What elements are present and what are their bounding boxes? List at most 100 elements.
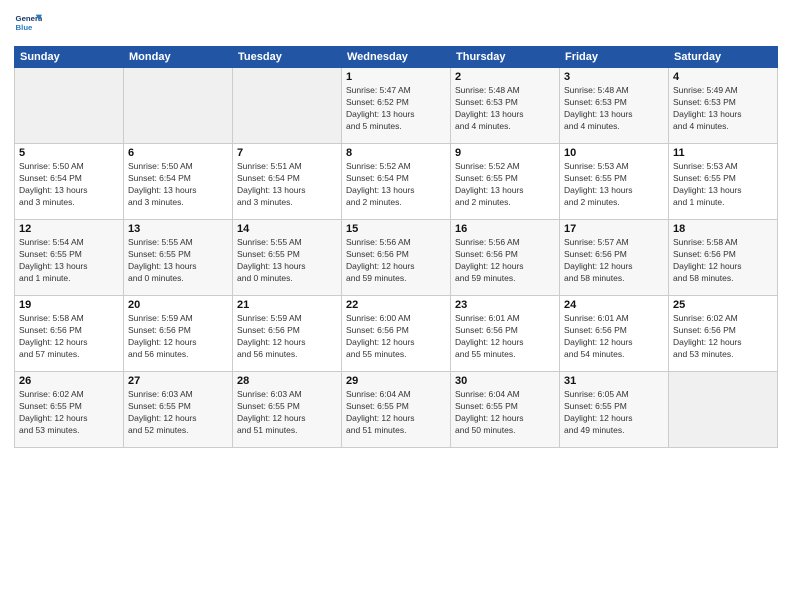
day-number: 5 (19, 147, 119, 159)
day-info: Sunrise: 5:56 AM Sunset: 6:56 PM Dayligh… (346, 237, 446, 285)
calendar-table: SundayMondayTuesdayWednesdayThursdayFrid… (14, 46, 778, 448)
calendar-week-row: 26 Sunrise: 6:02 AM Sunset: 6:55 PM Dayli… (15, 372, 778, 448)
day-number: 16 (455, 223, 555, 235)
calendar-cell: 17 Sunrise: 5:57 AM Sunset: 6:56 PM Dayli… (560, 220, 669, 296)
day-info: Sunrise: 5:48 AM Sunset: 6:53 PM Dayligh… (455, 85, 555, 133)
day-info: Sunrise: 5:53 AM Sunset: 6:55 PM Dayligh… (673, 161, 773, 209)
day-number: 25 (673, 299, 773, 311)
calendar-cell: 8 Sunrise: 5:52 AM Sunset: 6:54 PM Daylig… (342, 144, 451, 220)
weekday-header: Saturday (669, 47, 778, 68)
calendar-cell: 27Sunrise: 6:03 AM Sunset: 6:55 PM Dayli… (124, 372, 233, 448)
day-info: Sunrise: 6:03 AM Sunset: 6:55 PM Dayligh… (237, 389, 337, 437)
day-info: Sunrise: 5:53 AM Sunset: 6:55 PM Dayligh… (564, 161, 664, 209)
day-number: 30 (455, 375, 555, 387)
calendar-cell: 29Sunrise: 6:04 AM Sunset: 6:55 PM Dayli… (342, 372, 451, 448)
day-info: Sunrise: 5:52 AM Sunset: 6:55 PM Dayligh… (455, 161, 555, 209)
calendar-cell: 30 Sunrise: 6:04 AM Sunset: 6:55 PM Dayli… (451, 372, 560, 448)
day-number: 20 (128, 299, 228, 311)
day-number: 3 (564, 71, 664, 83)
day-info: Sunrise: 5:50 AM Sunset: 6:54 PM Dayligh… (19, 161, 119, 209)
day-info: Sunrise: 6:01 AM Sunset: 6:56 PM Dayligh… (564, 313, 664, 361)
calendar-week-row: 12Sunrise: 5:54 AM Sunset: 6:55 PM Dayli… (15, 220, 778, 296)
day-number: 29 (346, 375, 446, 387)
calendar-cell: 20 Sunrise: 5:59 AM Sunset: 6:56 PM Dayli… (124, 296, 233, 372)
day-number: 31 (564, 375, 664, 387)
calendar-cell (669, 372, 778, 448)
day-number: 4 (673, 71, 773, 83)
calendar-cell: 5 Sunrise: 5:50 AM Sunset: 6:54 PM Daylig… (15, 144, 124, 220)
day-info: Sunrise: 5:56 AM Sunset: 6:56 PM Dayligh… (455, 237, 555, 285)
calendar-cell: 2 Sunrise: 5:48 AM Sunset: 6:53 PM Daylig… (451, 68, 560, 144)
calendar-cell (15, 68, 124, 144)
day-number: 24 (564, 299, 664, 311)
calendar-cell: 16 Sunrise: 5:56 AM Sunset: 6:56 PM Dayli… (451, 220, 560, 296)
day-info: Sunrise: 5:48 AM Sunset: 6:53 PM Dayligh… (564, 85, 664, 133)
calendar-week-row: 5 Sunrise: 5:50 AM Sunset: 6:54 PM Daylig… (15, 144, 778, 220)
day-number: 14 (237, 223, 337, 235)
day-number: 9 (455, 147, 555, 159)
calendar-cell: 13Sunrise: 5:55 AM Sunset: 6:55 PM Dayli… (124, 220, 233, 296)
day-info: Sunrise: 6:01 AM Sunset: 6:56 PM Dayligh… (455, 313, 555, 361)
calendar-cell: 18Sunrise: 5:58 AM Sunset: 6:56 PM Dayli… (669, 220, 778, 296)
day-number: 23 (455, 299, 555, 311)
day-info: Sunrise: 5:58 AM Sunset: 6:56 PM Dayligh… (19, 313, 119, 361)
calendar-week-row: 1Sunrise: 5:47 AM Sunset: 6:52 PM Daylig… (15, 68, 778, 144)
calendar-cell: 23 Sunrise: 6:01 AM Sunset: 6:56 PM Dayli… (451, 296, 560, 372)
day-info: Sunrise: 5:50 AM Sunset: 6:54 PM Dayligh… (128, 161, 228, 209)
day-number: 7 (237, 147, 337, 159)
day-number: 6 (128, 147, 228, 159)
page-header: General Blue (14, 10, 778, 38)
day-info: Sunrise: 5:59 AM Sunset: 6:56 PM Dayligh… (237, 313, 337, 361)
calendar-cell: 1Sunrise: 5:47 AM Sunset: 6:52 PM Daylig… (342, 68, 451, 144)
day-info: Sunrise: 5:54 AM Sunset: 6:55 PM Dayligh… (19, 237, 119, 285)
weekday-header: Sunday (15, 47, 124, 68)
day-info: Sunrise: 6:02 AM Sunset: 6:56 PM Dayligh… (673, 313, 773, 361)
day-number: 22 (346, 299, 446, 311)
calendar-cell: 7 Sunrise: 5:51 AM Sunset: 6:54 PM Daylig… (233, 144, 342, 220)
day-info: Sunrise: 6:00 AM Sunset: 6:56 PM Dayligh… (346, 313, 446, 361)
day-info: Sunrise: 5:58 AM Sunset: 6:56 PM Dayligh… (673, 237, 773, 285)
day-info: Sunrise: 5:52 AM Sunset: 6:54 PM Dayligh… (346, 161, 446, 209)
calendar-cell: 6 Sunrise: 5:50 AM Sunset: 6:54 PM Daylig… (124, 144, 233, 220)
calendar-cell: 19 Sunrise: 5:58 AM Sunset: 6:56 PM Dayli… (15, 296, 124, 372)
weekday-header: Friday (560, 47, 669, 68)
weekday-header: Wednesday (342, 47, 451, 68)
logo: General Blue (14, 10, 46, 38)
day-number: 17 (564, 223, 664, 235)
day-info: Sunrise: 6:04 AM Sunset: 6:55 PM Dayligh… (455, 389, 555, 437)
day-number: 2 (455, 71, 555, 83)
logo-icon: General Blue (14, 10, 42, 38)
calendar-cell: 10 Sunrise: 5:53 AM Sunset: 6:55 PM Dayli… (560, 144, 669, 220)
calendar-cell: 25 Sunrise: 6:02 AM Sunset: 6:56 PM Dayli… (669, 296, 778, 372)
calendar-cell: 12Sunrise: 5:54 AM Sunset: 6:55 PM Dayli… (15, 220, 124, 296)
calendar-cell: 15 Sunrise: 5:56 AM Sunset: 6:56 PM Dayli… (342, 220, 451, 296)
day-info: Sunrise: 6:02 AM Sunset: 6:55 PM Dayligh… (19, 389, 119, 437)
calendar-cell: 28 Sunrise: 6:03 AM Sunset: 6:55 PM Dayli… (233, 372, 342, 448)
day-number: 28 (237, 375, 337, 387)
weekday-header: Monday (124, 47, 233, 68)
calendar-cell: 21 Sunrise: 5:59 AM Sunset: 6:56 PM Dayli… (233, 296, 342, 372)
calendar-cell: 31Sunrise: 6:05 AM Sunset: 6:55 PM Dayli… (560, 372, 669, 448)
calendar-cell: 4 Sunrise: 5:49 AM Sunset: 6:53 PM Daylig… (669, 68, 778, 144)
calendar-cell: 14Sunrise: 5:55 AM Sunset: 6:55 PM Dayli… (233, 220, 342, 296)
day-number: 8 (346, 147, 446, 159)
day-number: 19 (19, 299, 119, 311)
day-number: 10 (564, 147, 664, 159)
day-info: Sunrise: 5:55 AM Sunset: 6:55 PM Dayligh… (128, 237, 228, 285)
calendar-cell: 3 Sunrise: 5:48 AM Sunset: 6:53 PM Daylig… (560, 68, 669, 144)
header-row: SundayMondayTuesdayWednesdayThursdayFrid… (15, 47, 778, 68)
weekday-header: Thursday (451, 47, 560, 68)
calendar-cell (233, 68, 342, 144)
calendar-cell (124, 68, 233, 144)
day-info: Sunrise: 5:59 AM Sunset: 6:56 PM Dayligh… (128, 313, 228, 361)
day-info: Sunrise: 5:49 AM Sunset: 6:53 PM Dayligh… (673, 85, 773, 133)
day-info: Sunrise: 5:57 AM Sunset: 6:56 PM Dayligh… (564, 237, 664, 285)
calendar-cell: 22 Sunrise: 6:00 AM Sunset: 6:56 PM Dayli… (342, 296, 451, 372)
day-number: 1 (346, 71, 446, 83)
day-number: 21 (237, 299, 337, 311)
day-number: 15 (346, 223, 446, 235)
day-info: Sunrise: 6:03 AM Sunset: 6:55 PM Dayligh… (128, 389, 228, 437)
day-number: 26 (19, 375, 119, 387)
calendar-cell: 24 Sunrise: 6:01 AM Sunset: 6:56 PM Dayli… (560, 296, 669, 372)
day-info: Sunrise: 5:51 AM Sunset: 6:54 PM Dayligh… (237, 161, 337, 209)
